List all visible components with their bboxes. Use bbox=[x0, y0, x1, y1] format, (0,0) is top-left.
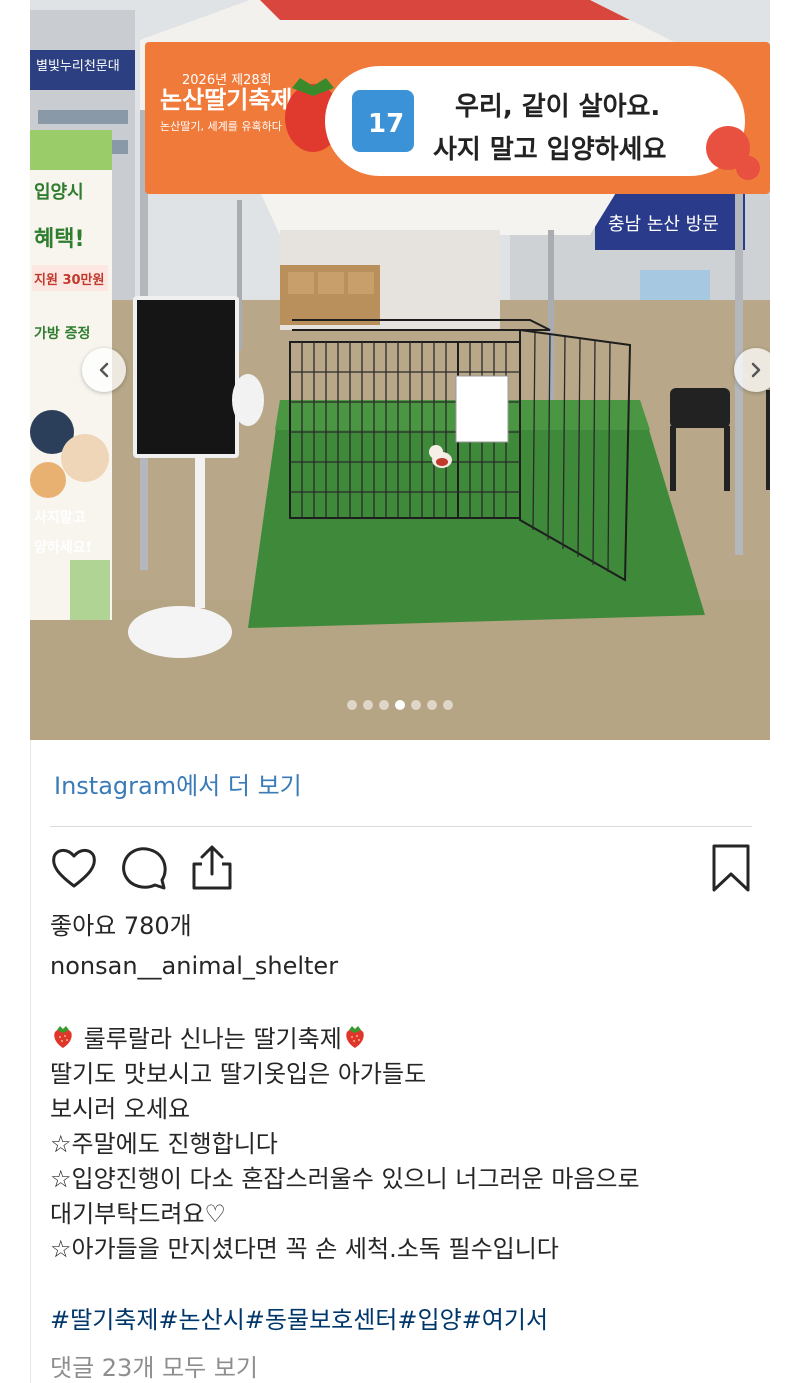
banner-title: 논산딸기축제 bbox=[160, 86, 292, 114]
hashtag-link[interactable]: #동물보호센터 bbox=[245, 1306, 398, 1334]
bookmark-icon bbox=[712, 844, 750, 892]
comment-bubble-icon bbox=[122, 847, 167, 890]
carousel-dot bbox=[427, 700, 437, 710]
strawberry-icon bbox=[54, 1026, 72, 1048]
banner-tagline: 논산딸기, 세계를 유혹하다 bbox=[160, 119, 282, 133]
carousel-dot bbox=[395, 700, 405, 710]
hashtag-link[interactable]: #딸기축제 bbox=[50, 1306, 158, 1334]
hashtag-list: #딸기축제#논산시#동물보호센터#입양#여기서 bbox=[50, 1300, 548, 1335]
like-button[interactable] bbox=[48, 842, 100, 894]
carousel-indicator bbox=[30, 700, 770, 710]
caption-line-6: 대기부탁드려요♡ bbox=[50, 1200, 227, 1228]
caption-line-7: ☆아가들을 만지셨다면 꼭 손 세척.소독 필수입니다 bbox=[50, 1235, 559, 1263]
hashtag-link[interactable]: #여기서 bbox=[462, 1306, 548, 1334]
heart-icon bbox=[52, 849, 96, 888]
carousel-prev-button[interactable] bbox=[82, 348, 126, 392]
post-caption: 룰루랄라 신나는 딸기축제 딸기도 맛보시고 딸기옷입은 아가들도 보시러 오세… bbox=[50, 1022, 750, 1267]
banner-line-1: 우리, 같이 살아요. bbox=[455, 92, 660, 122]
left-banner-line-5: 사지말고 bbox=[34, 510, 86, 526]
caption-line-1: 룰루랄라 신나는 딸기축제 bbox=[50, 1022, 750, 1057]
chevron-right-icon bbox=[751, 362, 761, 378]
carousel-dot bbox=[443, 700, 453, 710]
left-banner-line-4: 가방 증정 bbox=[34, 325, 90, 342]
carousel-dot bbox=[379, 700, 389, 710]
share-button[interactable] bbox=[186, 842, 238, 894]
strawberry-icon bbox=[346, 1026, 364, 1048]
left-building-sign: 별빛누리천문대 bbox=[36, 59, 120, 74]
banner-line-2: 사지 말고 입양하세요 bbox=[433, 135, 666, 165]
caption-line-2: 딸기도 맛보시고 딸기옷입은 아가들도 bbox=[50, 1060, 427, 1088]
share-icon bbox=[192, 845, 232, 890]
hashtag-link[interactable]: #논산시 bbox=[158, 1306, 244, 1334]
left-banner-line-6: 양하세요! bbox=[34, 539, 92, 556]
post-photo[interactable]: 별빛누리천문대 충남 논산 방문 2026년 제28회 논산딸기축제 논산딸기,… bbox=[30, 0, 770, 740]
caption-line-4: ☆주말에도 진행합니다 bbox=[50, 1130, 278, 1158]
chevron-left-icon bbox=[99, 362, 109, 378]
left-banner-line-1: 입양시 bbox=[34, 181, 84, 203]
carousel-dot bbox=[347, 700, 357, 710]
username-link[interactable]: nonsan__animal_shelter bbox=[50, 952, 338, 980]
comment-button[interactable] bbox=[118, 842, 170, 894]
carousel-dot bbox=[363, 700, 373, 710]
carousel-next-button[interactable] bbox=[734, 348, 770, 392]
caption-line-3: 보시러 오세요 bbox=[50, 1095, 191, 1123]
hashtag-link[interactable]: #입양 bbox=[397, 1306, 461, 1334]
right-festival-sign: 충남 논산 방문 bbox=[608, 214, 719, 235]
festival-booth-photo: 별빛누리천문대 충남 논산 방문 2026년 제28회 논산딸기축제 논산딸기,… bbox=[30, 0, 770, 740]
left-banner-line-3: 지원 30만원 bbox=[34, 272, 104, 288]
view-more-on-instagram-link[interactable]: Instagram에서 더 보기 bbox=[54, 766, 302, 801]
view-all-comments-link[interactable]: 댓글 23개 모두 보기 bbox=[50, 1348, 258, 1383]
likes-count[interactable]: 좋아요 780개 bbox=[50, 906, 192, 941]
divider bbox=[50, 826, 752, 827]
caption-line-5: ☆입양진행이 다소 혼잡스러울수 있으니 너그러운 마음으로 bbox=[50, 1165, 640, 1193]
carousel-dot bbox=[411, 700, 421, 710]
left-banner-line-2: 혜택! bbox=[34, 227, 85, 252]
save-button[interactable] bbox=[705, 842, 757, 894]
booth-number: 17 bbox=[368, 109, 404, 139]
caption-text-1: 룰루랄라 신나는 딸기축제 bbox=[83, 1025, 342, 1053]
